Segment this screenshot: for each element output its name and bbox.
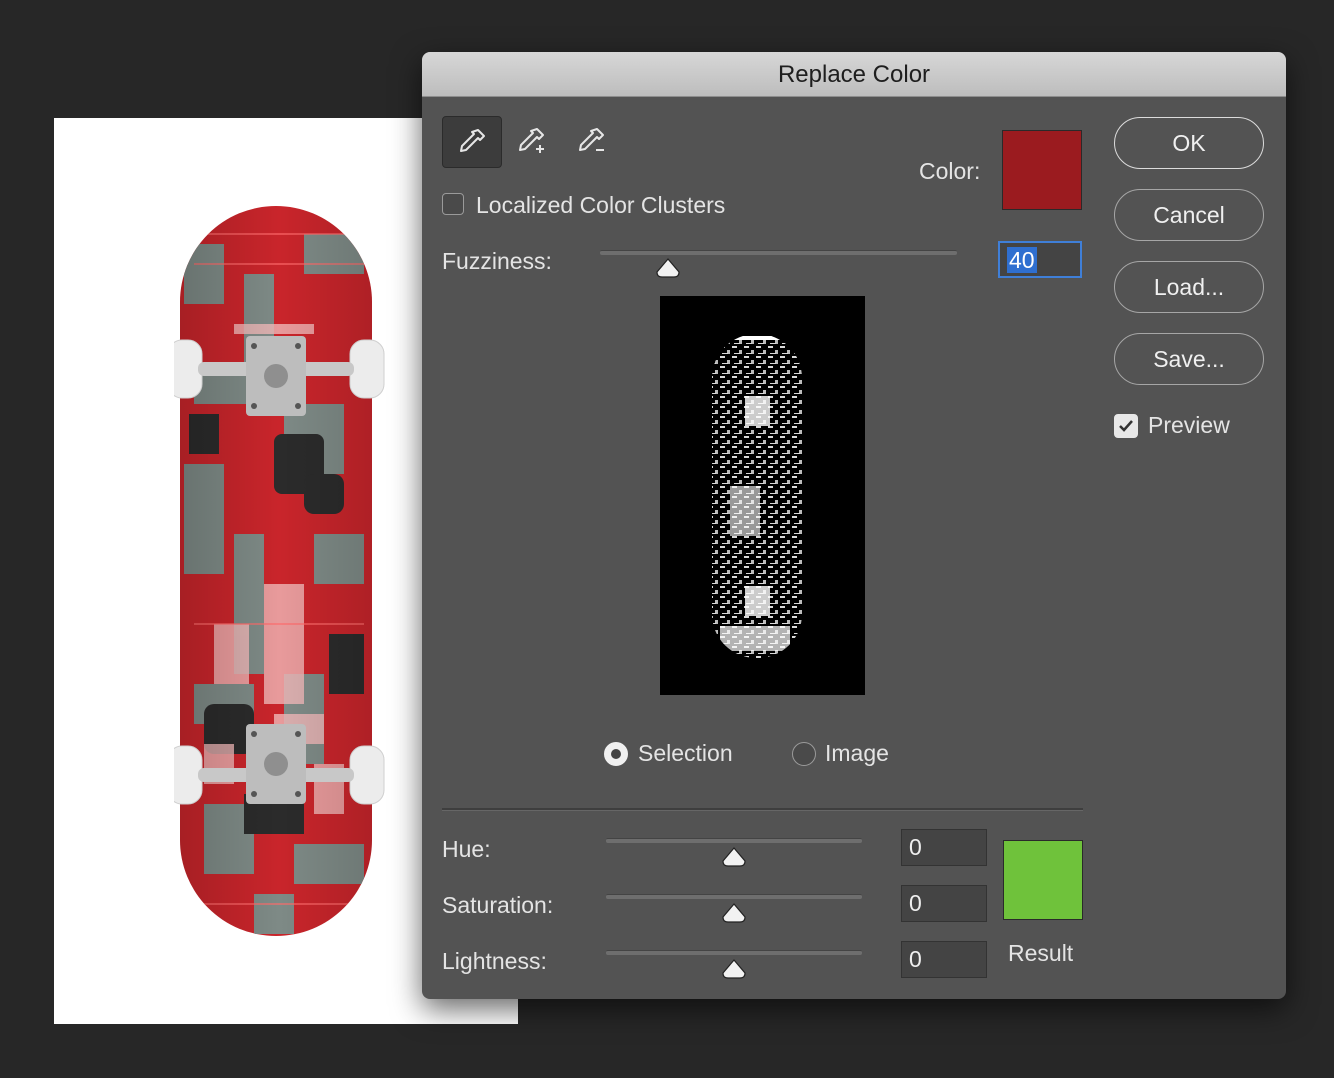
hue-slider-thumb[interactable] — [722, 847, 746, 867]
preview-checkbox[interactable] — [1114, 414, 1138, 438]
ok-button[interactable]: OK — [1114, 117, 1264, 169]
color-label: Color: — [919, 158, 981, 184]
hue-label: Hue: — [442, 836, 491, 862]
fuzziness-value: 40 — [1007, 247, 1037, 273]
saturation-input[interactable]: 0 — [901, 885, 987, 922]
lightness-slider-track[interactable] — [606, 950, 862, 955]
lightness-slider-thumb[interactable] — [722, 959, 746, 979]
preview-label: Preview — [1148, 412, 1230, 438]
selection-radio[interactable] — [604, 742, 628, 766]
fuzziness-label: Fuzziness: — [442, 248, 552, 274]
eyedropper-tool[interactable] — [442, 116, 502, 168]
replace-color-dialog: Replace Color Color: Localized Color Clu… — [422, 52, 1286, 999]
fuzziness-input[interactable]: 40 — [998, 241, 1082, 278]
eyedropper-add-tool[interactable] — [502, 116, 560, 166]
image-radio-label: Image — [825, 740, 889, 766]
result-swatch[interactable] — [1003, 840, 1083, 920]
saturation-slider-thumb[interactable] — [722, 903, 746, 923]
image-radio[interactable] — [792, 742, 816, 766]
selection-preview — [660, 296, 865, 695]
localized-color-clusters-checkbox[interactable] — [442, 193, 464, 215]
eyedropper-subtract-tool[interactable] — [562, 116, 620, 166]
skateboard-image — [167, 204, 434, 969]
eyedropper-subtract-icon — [579, 128, 604, 151]
hue-slider-track[interactable] — [606, 838, 862, 843]
lightness-label: Lightness: — [442, 948, 547, 974]
cancel-button[interactable]: Cancel — [1114, 189, 1264, 241]
eyedropper-icon — [460, 129, 485, 152]
fuzziness-slider-track[interactable] — [600, 250, 957, 255]
dialog-title: Replace Color — [422, 52, 1286, 97]
fuzziness-slider-thumb[interactable] — [656, 258, 680, 278]
save-button[interactable]: Save... — [1114, 333, 1264, 385]
checkmark-icon — [1119, 420, 1133, 432]
hue-input[interactable]: 0 — [901, 829, 987, 866]
selection-radio-label: Selection — [638, 740, 733, 766]
saturation-label: Saturation: — [442, 892, 554, 918]
section-divider — [442, 808, 1083, 811]
result-label: Result — [1008, 940, 1074, 966]
lightness-input[interactable]: 0 — [901, 941, 987, 978]
radio-dot — [611, 749, 621, 759]
localized-color-clusters-label: Localized Color Clusters — [476, 192, 726, 218]
load-button[interactable]: Load... — [1114, 261, 1264, 313]
color-swatch[interactable] — [1002, 130, 1082, 210]
saturation-slider-track[interactable] — [606, 894, 862, 899]
eyedropper-add-icon — [519, 128, 544, 153]
